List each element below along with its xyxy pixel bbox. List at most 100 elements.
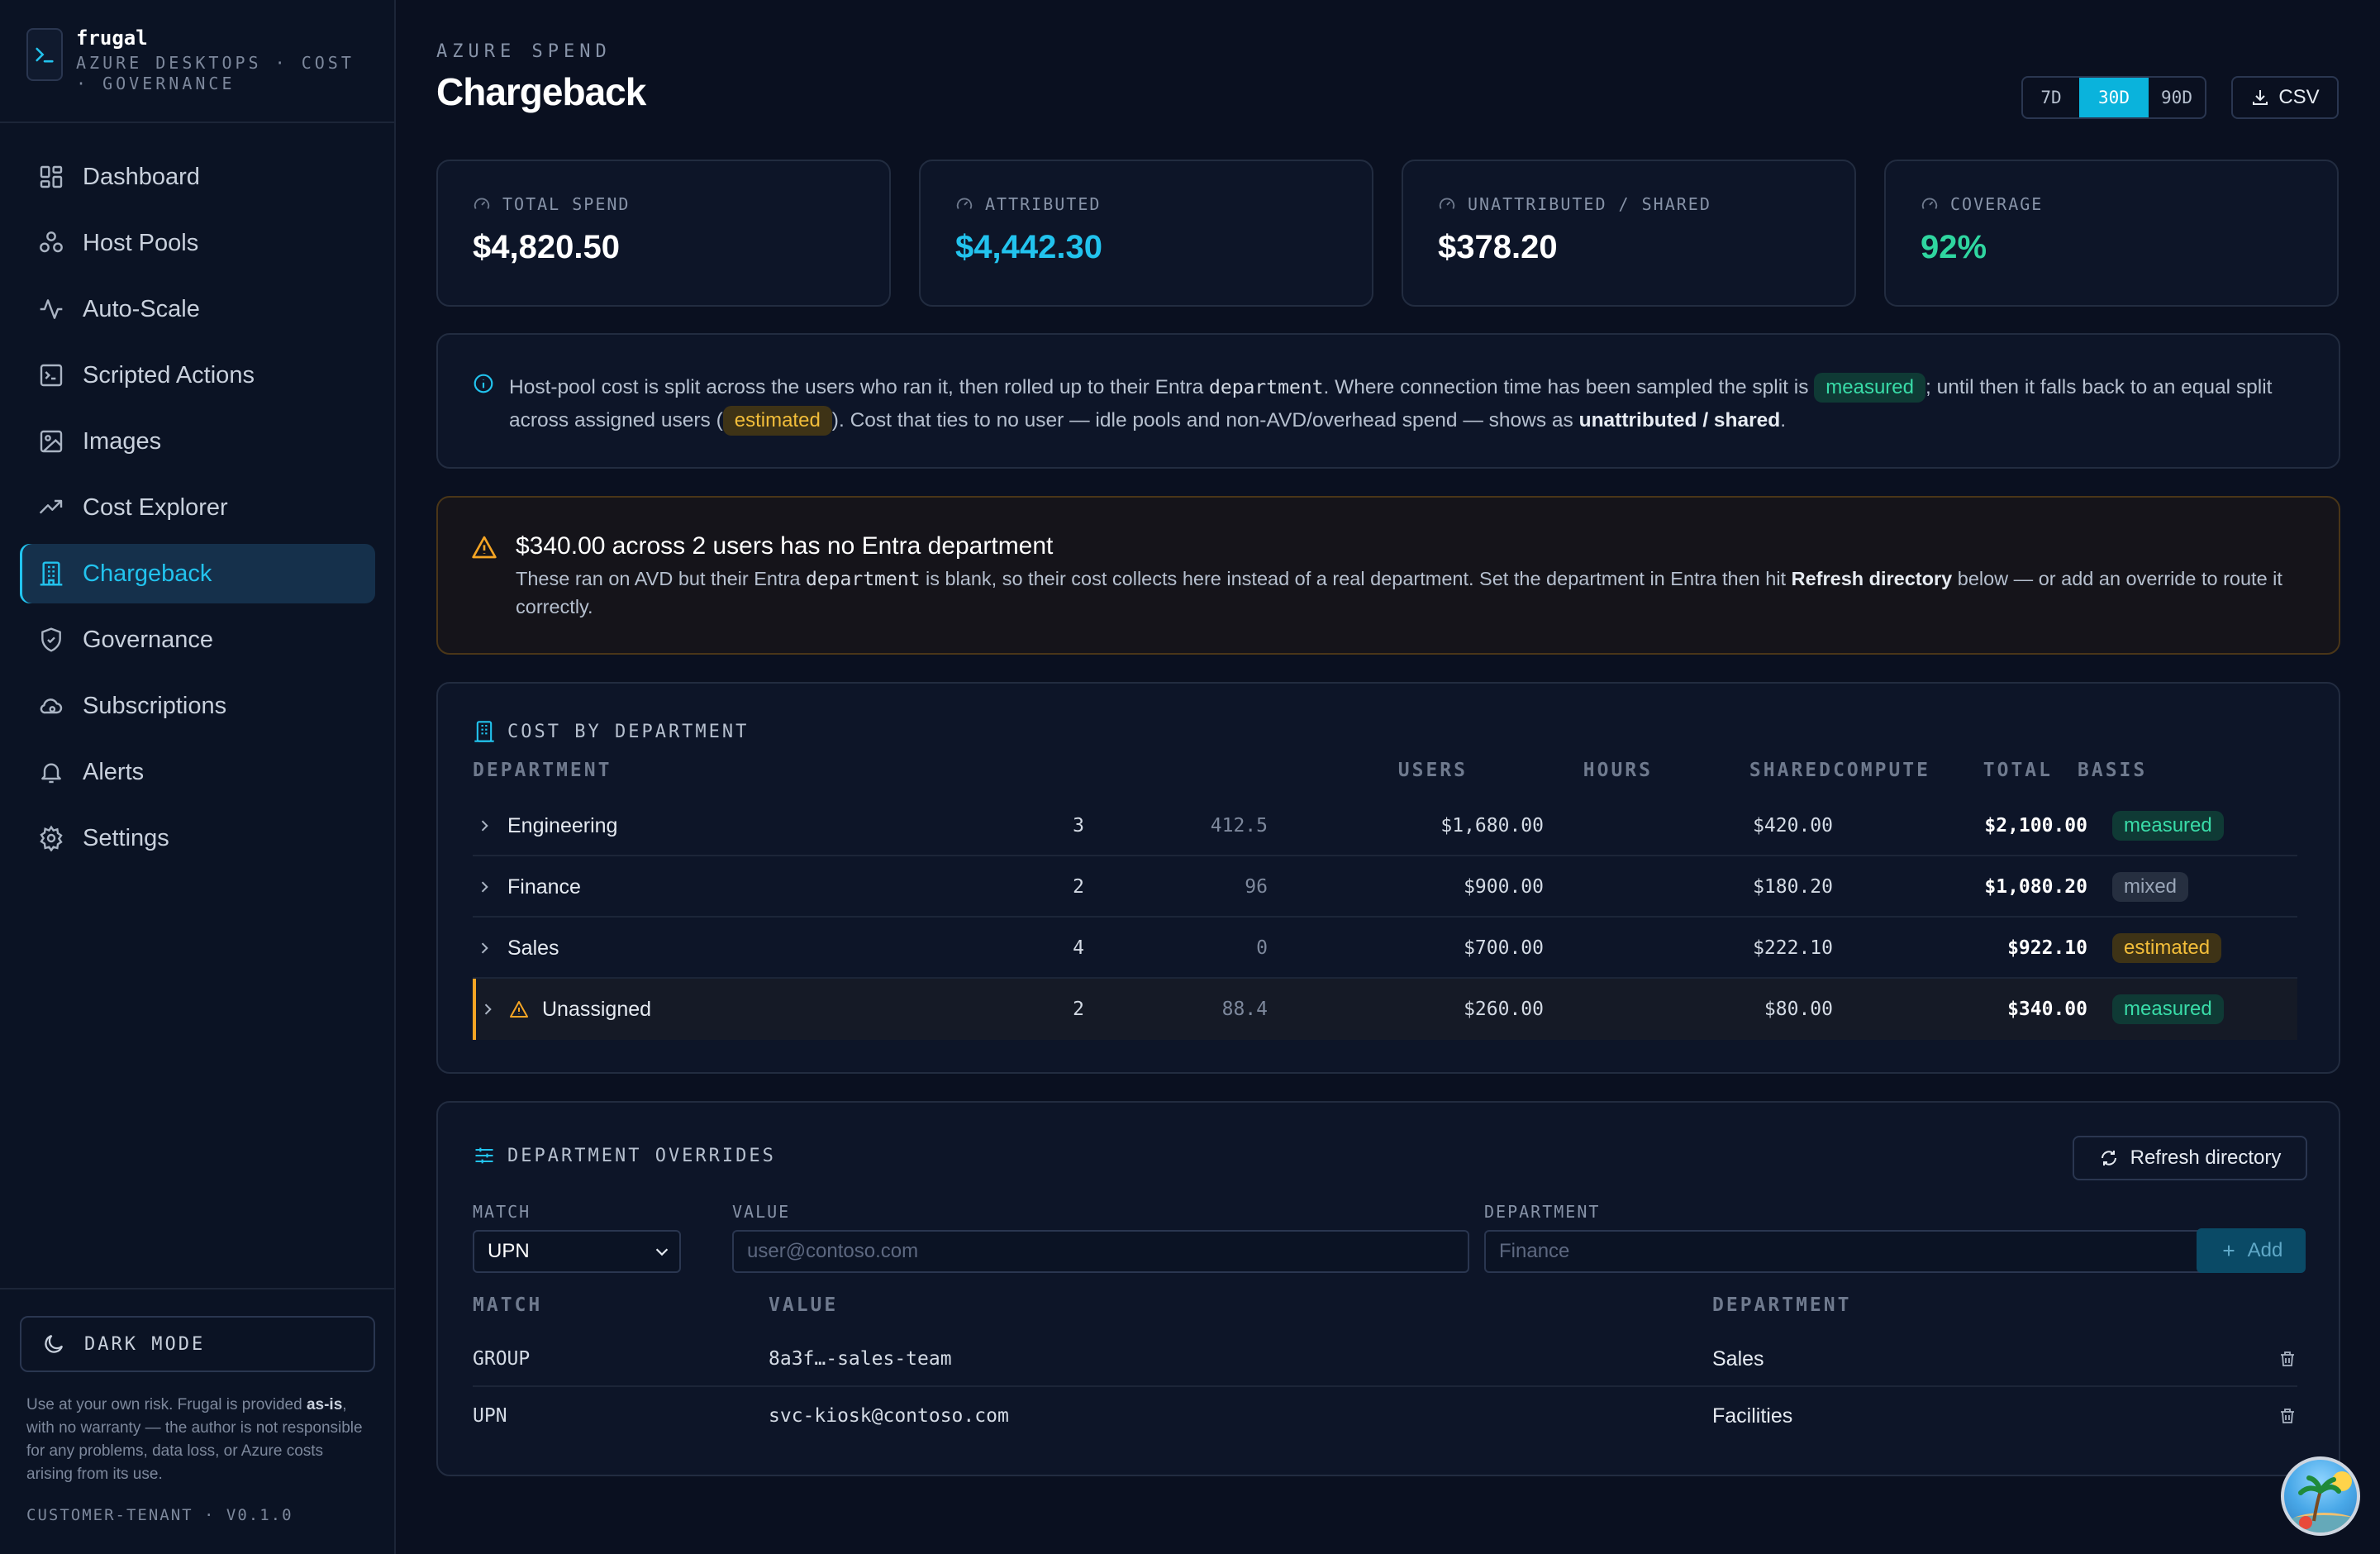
building-icon (473, 720, 496, 743)
sidebar-item-cost-explorer[interactable]: Cost Explorer (20, 478, 375, 537)
gauge-icon (473, 195, 491, 213)
chevron-right-icon[interactable] (476, 818, 493, 834)
moon-icon (41, 1332, 66, 1356)
table-row[interactable]: Engineering 3 412.5 $1,680.00 $420.00 $2… (473, 795, 2297, 856)
range-30d-button[interactable]: 30D (2079, 78, 2149, 117)
sidebar-item-settings[interactable]: Settings (20, 808, 375, 868)
match-label: MATCH (473, 1202, 531, 1222)
trash-icon[interactable] (2278, 1349, 2297, 1369)
compute-cell: $260.00 (1464, 999, 1544, 1020)
gauge-icon (1921, 195, 1939, 213)
total-cell: $340.00 (2007, 999, 2087, 1020)
bell-icon (38, 759, 64, 785)
warning-bold: Refresh directory (1791, 568, 1953, 589)
info-text: Host-pool cost is split across the users… (509, 376, 1210, 398)
override-value: 8a3f…-sales-team (769, 1348, 952, 1370)
stat-card-attributed: ATTRIBUTED $4,442.30 (919, 160, 1373, 307)
value-input[interactable]: user@contoso.com (732, 1230, 1469, 1273)
trend-icon (38, 494, 64, 521)
plus-icon (2220, 1242, 2238, 1260)
download-icon (2250, 88, 2270, 107)
department-placeholder: Finance (1499, 1240, 1570, 1262)
basis-cell: mixed (2112, 856, 2189, 918)
brand-name: frugal (76, 26, 148, 50)
info-icon (473, 373, 494, 394)
dark-mode-toggle[interactable]: DARK MODE (20, 1316, 375, 1372)
compute-cell: $700.00 (1464, 937, 1544, 959)
disclaimer-bold: as-is (306, 1396, 343, 1413)
warning-text: These ran on AVD but their Entra (516, 568, 806, 589)
warning-text: is blank, so their cost collects here in… (920, 568, 1792, 589)
gauge-icon (1438, 195, 1456, 213)
chevron-right-icon[interactable] (479, 1001, 496, 1018)
override-department: Sales (1712, 1347, 1764, 1370)
users-cell: 3 (1073, 815, 1084, 837)
sidebar-item-chargeback[interactable]: Chargeback (20, 544, 375, 603)
sidebar-item-label: Subscriptions (83, 692, 227, 719)
info-text: ). Cost that ties to no user — idle pool… (831, 409, 1579, 431)
compute-cell: $900.00 (1464, 876, 1544, 898)
sidebar-item-images[interactable]: Images (20, 412, 375, 471)
chevron-right-icon[interactable] (476, 879, 493, 895)
info-code: department (1209, 377, 1324, 398)
column-header-department: DEPARTMENT (473, 760, 612, 781)
refresh-icon (2099, 1148, 2119, 1168)
cost-by-department-panel: COST BY DEPARTMENT DEPARTMENT USERS HOUR… (436, 682, 2340, 1074)
panel-title-text: DEPARTMENT OVERRIDES (507, 1145, 776, 1166)
tenant-version: CUSTOMER-TENANT · V0.1.0 (26, 1506, 293, 1524)
sliders-icon (473, 1144, 496, 1167)
column-header-users: USERS (1397, 760, 1468, 781)
sidebar-item-scripted-actions[interactable]: Scripted Actions (20, 346, 375, 405)
hours-cell: 88.4 (1221, 999, 1268, 1020)
csv-export-button[interactable]: CSV (2231, 76, 2339, 119)
users-cell: 2 (1073, 876, 1084, 898)
range-90d-button[interactable]: 90D (2149, 78, 2205, 117)
chevron-right-icon[interactable] (476, 940, 493, 956)
basis-cell: measured (2112, 795, 2224, 856)
sidebar-item-dashboard[interactable]: Dashboard (20, 147, 375, 207)
department-input[interactable]: Finance (1484, 1230, 2221, 1273)
sidebar-item-label: Host Pools (83, 229, 199, 256)
total-cell: $1,080.20 (1984, 876, 2087, 898)
sidebar: frugal AZURE DESKTOPS · COST · GOVERNANC… (0, 0, 396, 1554)
sidebar-item-label: Governance (83, 626, 213, 653)
disclaimer-text: Use at your own risk. Frugal is provided (26, 1396, 307, 1413)
sidebar-item-label: Alerts (83, 758, 145, 785)
refresh-directory-button[interactable]: Refresh directory (2073, 1136, 2307, 1180)
column-header-hours: HOURS (1583, 760, 1653, 781)
trash-icon[interactable] (2278, 1406, 2297, 1426)
stat-value: $4,442.30 (955, 229, 1102, 265)
match-select[interactable]: UPN (473, 1230, 681, 1273)
host-pools-icon (38, 230, 64, 256)
shared-cell: $80.00 (1764, 999, 1833, 1020)
stat-card-unattributed: UNATTRIBUTED / SHARED $378.20 (1402, 160, 1856, 307)
table-row[interactable]: Finance 2 96 $900.00 $180.20 $1,080.20 m… (473, 856, 2297, 918)
refresh-directory-label: Refresh directory (2130, 1146, 2282, 1169)
brand[interactable]: frugal AZURE DESKTOPS · COST · GOVERNANC… (26, 26, 374, 94)
basis-badge: mixed (2112, 872, 2189, 902)
stat-label: TOTAL SPEND (502, 194, 631, 214)
sidebar-item-host-pools[interactable]: Host Pools (20, 213, 375, 273)
basis-badge: measured (2112, 994, 2224, 1024)
shared-cell: $420.00 (1753, 815, 1833, 837)
user-avatar[interactable] (2281, 1456, 2360, 1536)
department-name: Engineering (507, 813, 618, 837)
sidebar-item-label: Settings (83, 824, 169, 851)
hours-cell: 412.5 (1210, 815, 1268, 837)
panel-title-text: COST BY DEPARTMENT (507, 721, 750, 742)
panel-title: DEPARTMENT OVERRIDES (473, 1144, 776, 1167)
sidebar-item-auto-scale[interactable]: Auto-Scale (20, 279, 375, 339)
sidebar-item-governance[interactable]: Governance (20, 610, 375, 670)
department-label: DEPARTMENT (1484, 1202, 1601, 1222)
column-header-shared: SHARED (1749, 760, 1833, 781)
sidebar-item-subscriptions[interactable]: Subscriptions (20, 676, 375, 736)
total-cell: $922.10 (2007, 937, 2087, 959)
dark-mode-label: DARK MODE (84, 1333, 206, 1355)
table-row[interactable]: Sales 4 0 $700.00 $222.10 $922.10 estima… (473, 918, 2297, 979)
table-row-unassigned[interactable]: Unassigned 2 88.4 $260.00 $80.00 $340.00… (473, 979, 2297, 1040)
sidebar-item-label: Cost Explorer (83, 493, 228, 521)
range-7d-button[interactable]: 7D (2023, 78, 2079, 117)
chevron-down-icon (653, 1242, 671, 1261)
add-override-button[interactable]: Add (2197, 1228, 2306, 1273)
sidebar-item-alerts[interactable]: Alerts (20, 742, 375, 802)
